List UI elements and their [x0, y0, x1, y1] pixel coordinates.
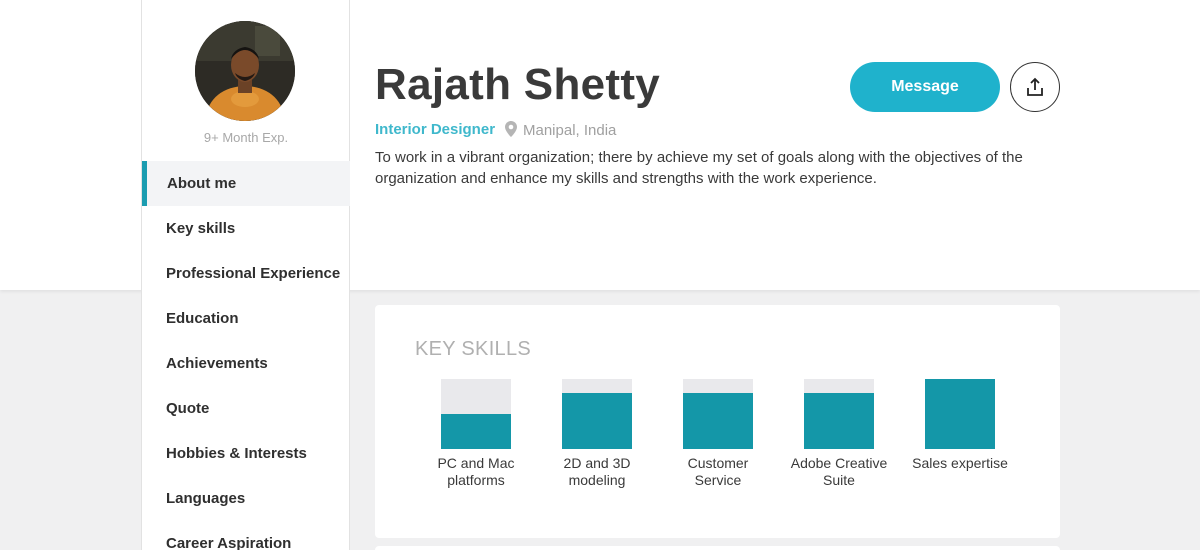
key-skills-card: KEY SKILLS PC and Mac platforms 2D and 3…	[375, 305, 1060, 538]
skill-bar	[925, 379, 995, 449]
sidebar-item-professional-experience[interactable]: Professional Experience	[142, 251, 350, 296]
avatar	[195, 21, 295, 121]
skill-label: 2D and 3D modeling	[563, 455, 631, 488]
key-skills-title: KEY SKILLS	[415, 338, 532, 360]
next-section-card	[375, 546, 1060, 550]
skill-item: Adobe Creative Suite	[784, 379, 894, 489]
skill-bar	[683, 379, 753, 449]
skill-item: 2D and 3D modeling	[542, 379, 652, 489]
sidebar-item-achievements[interactable]: Achievements	[142, 341, 350, 386]
skill-label: PC and Mac platforms	[437, 455, 515, 488]
sidebar-item-key-skills[interactable]: Key skills	[142, 206, 350, 251]
sidebar-item-languages[interactable]: Languages	[142, 476, 350, 521]
skill-bar	[562, 379, 632, 449]
profile-role: Interior Designer	[375, 121, 496, 138]
sidebar-item-career-aspiration[interactable]: Career Aspiration	[142, 521, 350, 550]
skill-bar	[804, 379, 874, 449]
sidebar-item-quote[interactable]: Quote	[142, 386, 350, 431]
sidebar: 9+ Month Exp. About me Key skills Profes…	[141, 0, 350, 550]
skill-label: Adobe Creative Suite	[790, 455, 888, 488]
experience-label: 9+ Month Exp.	[203, 130, 289, 145]
about-text: To work in a vibrant organization; there…	[375, 149, 1023, 187]
message-button[interactable]: Message	[850, 62, 1000, 112]
skill-fill	[683, 393, 753, 449]
profile-location: Manipal, India	[505, 121, 616, 139]
sidebar-item-hobbies[interactable]: Hobbies & Interests	[142, 431, 350, 476]
sidebar-item-education[interactable]: Education	[142, 296, 350, 341]
sidebar-item-about-me[interactable]: About me	[142, 161, 350, 206]
skill-fill	[804, 393, 874, 449]
skill-item: Sales expertise	[905, 379, 1015, 472]
sidebar-nav: About me Key skills Professional Experie…	[142, 161, 350, 550]
skill-item: PC and Mac platforms	[421, 379, 531, 489]
skill-fill	[925, 379, 995, 449]
skill-bar	[441, 379, 511, 449]
skill-item: Customer Service	[663, 379, 773, 489]
location-text: Manipal, India	[523, 122, 617, 139]
profile-name: Rajath Shetty	[375, 60, 661, 109]
skill-fill	[441, 414, 511, 449]
skill-label: Sales expertise	[912, 455, 1008, 471]
share-icon	[1027, 77, 1043, 96]
skill-label: Customer Service	[687, 455, 749, 488]
share-button[interactable]	[1010, 62, 1060, 112]
location-pin-icon	[505, 121, 517, 137]
skill-fill	[562, 393, 632, 449]
